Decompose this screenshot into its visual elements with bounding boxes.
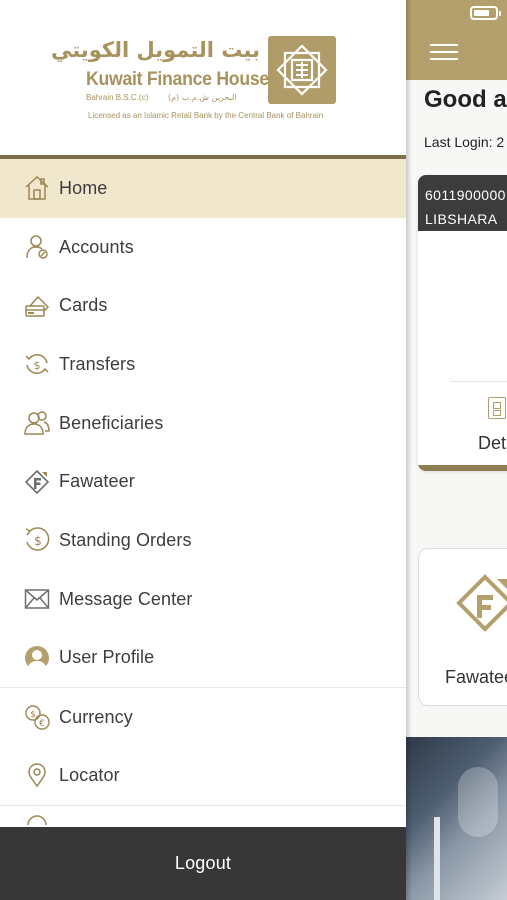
standing-orders-icon: $ bbox=[24, 527, 50, 553]
account-card[interactable]: 6011900000 LIBSHARA Det bbox=[418, 175, 507, 471]
fawateer-icon bbox=[456, 574, 507, 632]
accounts-icon bbox=[24, 234, 50, 260]
account-name: LIBSHARA bbox=[425, 211, 498, 227]
drawer-shadow bbox=[406, 0, 412, 900]
menu-item-label: Locator bbox=[59, 764, 120, 785]
logo-bahrain-bsc-arabic: البحرين ش.م.ب (م) bbox=[168, 93, 237, 102]
details-label[interactable]: Det bbox=[478, 433, 506, 454]
menu-item-message-center[interactable]: Message Center bbox=[0, 570, 406, 629]
menu-item-transfers[interactable]: $ Transfers bbox=[0, 335, 406, 394]
logo-arabic-name: بيت التمويل الكويتي bbox=[50, 38, 260, 62]
logout-label: Logout bbox=[174, 853, 232, 873]
promo-banner-image[interactable] bbox=[406, 737, 507, 900]
menu-item-label: Home bbox=[59, 177, 108, 198]
greeting-text: Good af bbox=[424, 86, 507, 113]
menu-item-locator[interactable]: Locator bbox=[0, 746, 406, 805]
currency-icon: $ € bbox=[24, 704, 50, 730]
drawer-menu: Home Accounts Cards $ Transfers Benefici… bbox=[0, 159, 406, 835]
account-number: 6011900000 bbox=[425, 187, 506, 203]
fawateer-quick-label: Fawateer bbox=[445, 667, 507, 687]
menu-item-label: Currency bbox=[59, 706, 133, 727]
card-bottom-bar bbox=[418, 465, 507, 471]
logo-licensed-text: Licensed as an Islamic Retail Bank by th… bbox=[88, 111, 324, 120]
last-login-text: Last Login: 2 bbox=[424, 134, 505, 150]
cards-icon bbox=[24, 293, 50, 319]
account-card-header: 6011900000 LIBSHARA bbox=[418, 175, 507, 231]
beneficiaries-icon bbox=[24, 410, 50, 436]
menu-item-beneficiaries[interactable]: Beneficiaries bbox=[0, 394, 406, 453]
fawateer-icon bbox=[24, 469, 50, 495]
menu-item-fawateer[interactable]: Fawateer bbox=[0, 452, 406, 511]
fawateer-quick-action[interactable]: Fawateer bbox=[418, 548, 507, 706]
details-icon[interactable] bbox=[488, 397, 506, 419]
hamburger-menu-icon[interactable] bbox=[430, 42, 458, 62]
kfh-emblem-icon bbox=[268, 36, 336, 104]
home-screen-background: Good af Last Login: 2 6011900000 LIBSHAR… bbox=[406, 0, 507, 900]
logout-button[interactable]: Logout bbox=[0, 827, 406, 900]
menu-item-label: Fawateer bbox=[59, 471, 135, 492]
bank-logo: بيت التمويل الكويتي Kuwait Finance House… bbox=[0, 0, 406, 156]
location-pin-icon bbox=[24, 762, 50, 788]
menu-item-cards[interactable]: Cards bbox=[0, 276, 406, 335]
menu-item-standing-orders[interactable]: $ Standing Orders bbox=[0, 511, 406, 570]
menu-item-home[interactable]: Home bbox=[0, 159, 406, 218]
menu-item-label: User Profile bbox=[59, 647, 155, 668]
card-divider bbox=[450, 381, 507, 382]
menu-item-user-profile[interactable]: User Profile bbox=[0, 629, 406, 688]
transfers-icon: $ bbox=[24, 351, 50, 377]
envelope-icon bbox=[24, 586, 50, 612]
logo-english-name: Kuwait Finance House bbox=[86, 69, 269, 90]
menu-item-label: Beneficiaries bbox=[59, 412, 164, 433]
svg-text:$: $ bbox=[34, 534, 42, 548]
logo-bahrain-bsc: Bahrain B.S.C.(c) bbox=[86, 93, 149, 102]
menu-item-currency[interactable]: $ € Currency bbox=[0, 687, 406, 746]
menu-item-accounts[interactable]: Accounts bbox=[0, 218, 406, 277]
navigation-drawer: بيت التمويل الكويتي Kuwait Finance House… bbox=[0, 0, 406, 900]
svg-text:$: $ bbox=[34, 359, 41, 372]
menu-item-label: Accounts bbox=[59, 236, 134, 257]
menu-item-label: Standing Orders bbox=[59, 529, 192, 550]
menu-item-label: Message Center bbox=[59, 588, 193, 609]
svg-text:€: € bbox=[39, 719, 45, 729]
battery-icon bbox=[470, 6, 501, 20]
menu-item-label: Transfers bbox=[59, 353, 136, 374]
svg-text:$: $ bbox=[30, 710, 36, 720]
home-icon bbox=[24, 175, 50, 201]
user-profile-icon bbox=[24, 645, 50, 671]
menu-item-label: Cards bbox=[59, 295, 108, 316]
app-header bbox=[406, 0, 507, 80]
